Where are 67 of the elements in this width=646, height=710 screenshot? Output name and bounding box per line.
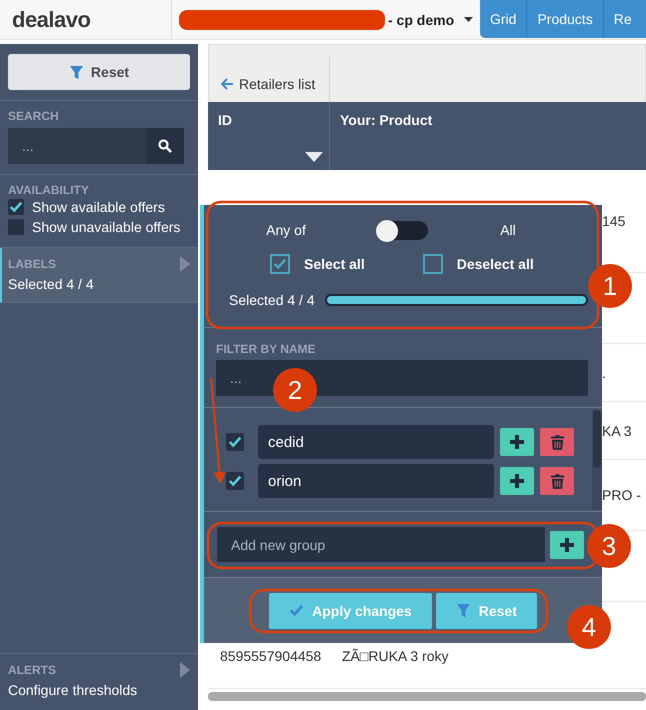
toggle-label: All xyxy=(499,222,517,238)
section-label: AVAILABILITY xyxy=(8,183,90,197)
table-cell: ZÃ□RUKA 3 roky xyxy=(342,648,448,664)
toggle-switch[interactable] xyxy=(378,220,428,240)
scrollbar[interactable] xyxy=(592,410,602,510)
delete-button[interactable] xyxy=(540,428,574,456)
checkbox[interactable] xyxy=(422,254,443,274)
table-cell: KA 3 xyxy=(602,422,632,438)
select-all-option[interactable]: Select all xyxy=(270,254,365,274)
check-icon xyxy=(289,603,304,618)
column-header[interactable]: Your: Product xyxy=(330,102,442,170)
annotation-badge: 3 xyxy=(587,524,631,568)
section-label: ALERTS xyxy=(8,663,56,677)
search-button[interactable] xyxy=(146,128,184,164)
scrollbar[interactable] xyxy=(208,692,646,701)
plus-icon xyxy=(510,435,524,449)
trash-icon xyxy=(550,434,564,450)
section-value: Configure thresholds xyxy=(8,682,138,698)
caret-right-icon xyxy=(180,256,190,272)
checkbox[interactable] xyxy=(226,433,244,451)
check-icon xyxy=(273,257,287,271)
option-label: Show unavailable offers xyxy=(32,219,180,235)
check-icon xyxy=(228,474,242,488)
sidebar-section[interactable]: ALERTS Configure thresholds xyxy=(0,654,198,710)
reset-button[interactable]: Reset xyxy=(8,54,190,90)
filter-icon xyxy=(68,64,84,80)
search-icon xyxy=(158,139,172,153)
logo: dealavo xyxy=(0,0,172,39)
section-label: SEARCH xyxy=(8,109,60,123)
table-cell: 145 xyxy=(602,213,626,229)
sidebar-section[interactable]: LABELS Selected 4 / 4 xyxy=(0,248,198,303)
annotation-badge: 4 xyxy=(567,605,611,649)
column-header[interactable]: ID xyxy=(208,102,330,170)
table-cell-text: 8595557904458 xyxy=(219,648,322,664)
checkbox[interactable] xyxy=(226,472,244,490)
account-name[interactable]: - cp demo xyxy=(388,12,454,28)
option-label: Show available offers xyxy=(32,199,165,215)
plus-icon xyxy=(510,474,524,488)
section-label: LABELS xyxy=(8,257,56,271)
toggle-label: Any of xyxy=(265,222,307,238)
sort-caret-icon[interactable] xyxy=(305,152,323,162)
checkbox[interactable] xyxy=(270,254,290,274)
delete-button[interactable] xyxy=(540,467,574,495)
check-icon xyxy=(9,200,23,214)
filter-icon xyxy=(456,603,471,618)
table-cell: . xyxy=(602,364,606,380)
annotation-badge: 1 xyxy=(588,264,632,308)
checkbox[interactable] xyxy=(8,199,24,215)
caret-right-icon xyxy=(180,662,190,678)
add-button[interactable] xyxy=(550,530,584,558)
plus-icon xyxy=(560,538,574,552)
search-field[interactable]: ... xyxy=(8,128,146,164)
checkbox[interactable] xyxy=(8,219,24,235)
table-cell: PRO - xyxy=(602,487,641,503)
selected-count: Selected 4 / 4 xyxy=(229,292,315,308)
group-name-field[interactable]: cedid xyxy=(258,425,494,459)
group-name-field[interactable]: orion xyxy=(258,464,494,498)
add-button[interactable] xyxy=(500,467,534,495)
check-icon xyxy=(228,435,242,449)
arrow-left-icon xyxy=(221,78,234,90)
new-group-field[interactable]: Add new group xyxy=(217,527,545,562)
section-value: Selected 4 / 4 xyxy=(8,276,95,292)
caret-icon[interactable] xyxy=(464,17,474,22)
trash-icon xyxy=(550,474,564,488)
deselect-all-option[interactable]: Deselect all xyxy=(422,254,534,274)
section-label: FILTER BY NAME xyxy=(216,342,317,356)
add-button[interactable] xyxy=(500,428,534,456)
